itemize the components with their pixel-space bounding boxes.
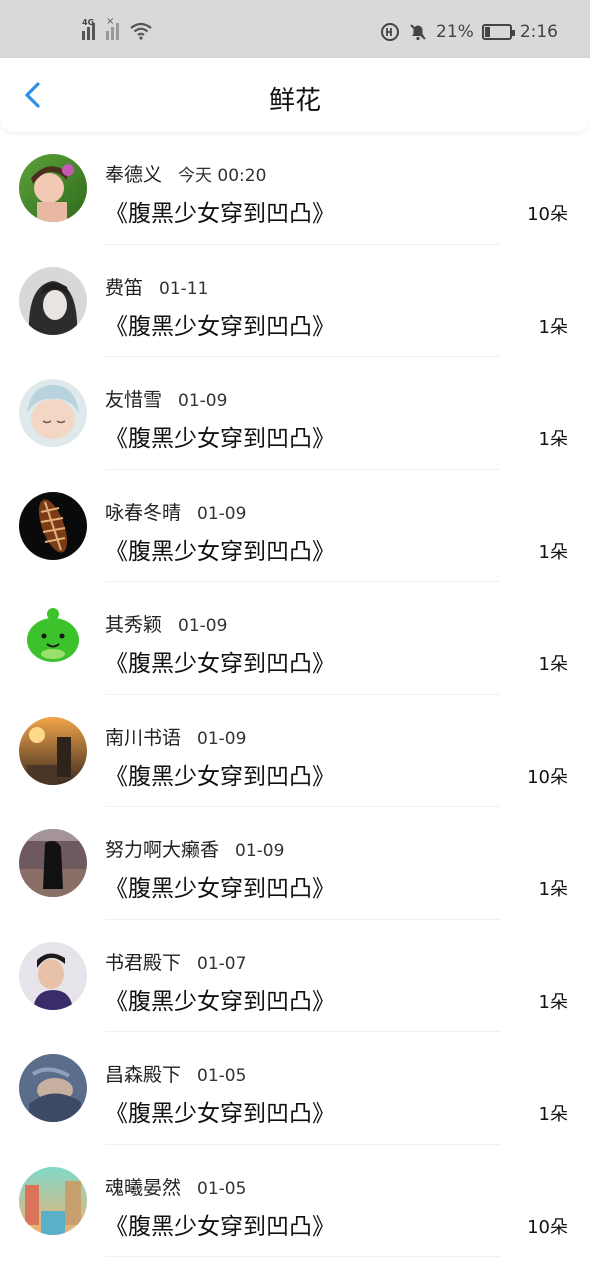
sender-info: 咏春冬晴 01-09 xyxy=(105,498,246,525)
book-title: 《腹黑少女穿到凹凸》 xyxy=(105,538,335,565)
sender-name: 费笛 xyxy=(105,276,144,299)
list-item[interactable]: 南川书语 01-09 《腹黑少女穿到凹凸》 10朵 xyxy=(0,695,590,807)
book-title: 《腹黑少女穿到凹凸》 xyxy=(105,201,335,227)
flower-count: 1朵 xyxy=(538,429,568,450)
clock-time: 2:16 xyxy=(519,22,558,42)
avatar[interactable] xyxy=(19,154,87,222)
sender-info: 努力啊大癞香 01-09 xyxy=(105,835,284,862)
sender-info: 友惜雪 01-09 xyxy=(105,385,227,412)
book-title: 《腹黑少女穿到凹凸》 xyxy=(105,1213,335,1240)
signal-icon: × xyxy=(106,16,124,40)
status-left: 4G × xyxy=(82,16,152,40)
avatar[interactable] xyxy=(19,941,87,1010)
avatar[interactable] xyxy=(19,1054,87,1122)
gift-date: 01-07 xyxy=(197,953,247,974)
book-title: 《腹黑少女穿到凹凸》 xyxy=(105,876,335,902)
sender-name: 书君殿下 xyxy=(105,951,182,974)
sender-info: 费笛 01-11 xyxy=(105,273,208,300)
book-title: 《腹黑少女穿到凹凸》 xyxy=(105,313,335,340)
gift-date: 01-11 xyxy=(159,278,209,299)
flower-count: 1朵 xyxy=(538,654,568,675)
sender-name: 其秀颖 xyxy=(105,614,163,636)
avatar[interactable] xyxy=(19,266,87,335)
list-item[interactable]: 昌森殿下 01-05 《腹黑少女穿到凹凸》 1朵 xyxy=(0,1032,590,1145)
list-item[interactable]: 书君殿下 01-07 《腹黑少女穿到凹凸》 1朵 xyxy=(0,920,590,1032)
signal-icon: 4G xyxy=(82,18,100,40)
list-item[interactable]: 友惜雪 01-09 《腹黑少女穿到凹凸》 1朵 xyxy=(0,357,590,470)
avatar[interactable] xyxy=(19,379,87,447)
flower-count: 1朵 xyxy=(538,879,568,900)
hd-icon xyxy=(381,23,400,41)
sender-name: 魂曦晏然 xyxy=(105,1176,182,1199)
book-title: 《腹黑少女穿到凹凸》 xyxy=(105,1101,335,1127)
book-title: 《腹黑少女穿到凹凸》 xyxy=(105,426,335,452)
avatar[interactable] xyxy=(19,491,87,560)
sender-info: 南川书语 01-09 xyxy=(105,723,246,750)
list-item[interactable]: 奉德义 今天 00:20 《腹黑少女穿到凹凸》 10朵 xyxy=(0,132,590,245)
sender-name: 努力啊大癞香 xyxy=(105,839,220,861)
avatar[interactable] xyxy=(19,604,87,672)
flower-count: 1朵 xyxy=(538,541,568,563)
sender-info: 奉德义 今天 00:20 xyxy=(105,160,266,187)
flower-count: 10朵 xyxy=(527,204,568,225)
sender-info: 魂曦晏然 01-05 xyxy=(105,1173,246,1200)
sender-name: 南川书语 xyxy=(105,726,182,749)
list-item[interactable]: 努力啊大癞香 01-09 《腹黑少女穿到凹凸》 1朵 xyxy=(0,807,590,920)
sender-info: 其秀颖 01-09 xyxy=(105,610,227,637)
header-bar: 鲜花 xyxy=(0,58,590,132)
gift-date: 01-09 xyxy=(197,503,247,524)
gift-date: 01-09 xyxy=(197,728,247,749)
flower-count: 1朵 xyxy=(538,316,568,338)
list-item[interactable]: 其秀颖 01-09 《腹黑少女穿到凹凸》 1朵 xyxy=(0,582,590,695)
list-item[interactable]: 咏春冬晴 01-09 《腹黑少女穿到凹凸》 1朵 xyxy=(0,470,590,582)
gift-date: 01-09 xyxy=(178,616,228,636)
gift-date: 今天 00:20 xyxy=(178,166,267,186)
flower-list: 奉德义 今天 00:20 《腹黑少女穿到凹凸》 10朵 费笛 01-11 《腹黑少女… xyxy=(0,132,590,1257)
sender-name: 奉德义 xyxy=(105,164,163,186)
status-right: 21% 2:16 xyxy=(380,22,558,42)
gift-date: 01-05 xyxy=(197,1066,247,1086)
book-title: 《腹黑少女穿到凹凸》 xyxy=(105,651,335,677)
gift-date: 01-05 xyxy=(197,1178,247,1199)
flower-count: 10朵 xyxy=(527,1216,568,1238)
list-item[interactable]: 魂曦晏然 01-05 《腹黑少女穿到凹凸》 10朵 xyxy=(0,1145,590,1257)
network-type-label: 4G xyxy=(82,18,95,27)
flower-count: 1朵 xyxy=(538,991,568,1013)
avatar[interactable] xyxy=(19,1166,87,1235)
divider xyxy=(105,1256,500,1257)
sender-name: 昌森殿下 xyxy=(105,1064,182,1086)
book-title: 《腹黑少女穿到凹凸》 xyxy=(105,988,335,1015)
flower-count: 1朵 xyxy=(538,1104,568,1125)
list-item[interactable]: 费笛 01-11 《腹黑少女穿到凹凸》 1朵 xyxy=(0,245,590,357)
sender-info: 书君殿下 01-07 xyxy=(105,948,246,975)
gift-date: 01-09 xyxy=(178,391,228,411)
battery-percent: 21% xyxy=(436,22,474,42)
book-title: 《腹黑少女穿到凹凸》 xyxy=(105,763,335,790)
avatar[interactable] xyxy=(19,716,87,785)
sender-info: 昌森殿下 01-05 xyxy=(105,1060,246,1087)
status-bar: 4G × 21% 2:16 xyxy=(0,0,590,58)
avatar[interactable] xyxy=(19,829,87,897)
sender-name: 咏春冬晴 xyxy=(105,501,182,524)
bell-muted-icon xyxy=(410,24,426,41)
page-title: 鲜花 xyxy=(268,86,321,116)
battery-icon xyxy=(481,24,515,40)
flower-count: 10朵 xyxy=(527,766,568,788)
sender-name: 友惜雪 xyxy=(105,389,163,411)
wifi-icon xyxy=(130,22,152,40)
gift-date: 01-09 xyxy=(235,841,285,861)
